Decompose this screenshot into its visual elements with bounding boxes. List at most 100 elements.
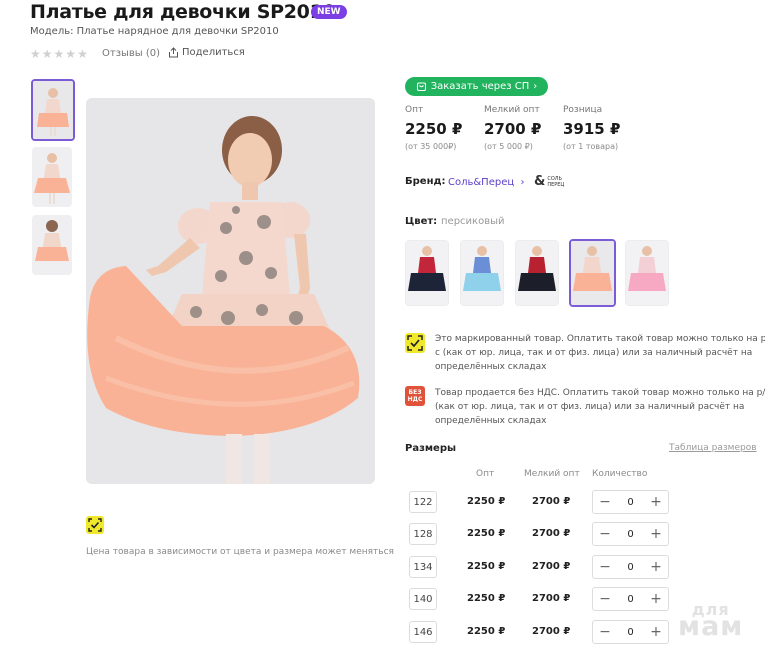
share-button[interactable]: Поделиться — [168, 47, 245, 58]
honest-sign-icon — [405, 333, 425, 353]
thumbnail-1[interactable] — [31, 79, 75, 141]
star-icon: ★ — [65, 47, 77, 61]
minus-button[interactable]: − — [599, 625, 611, 639]
column-header-quantity: Количество — [592, 469, 648, 479]
quantity-stepper: − 0 + — [592, 490, 669, 514]
quantity-value[interactable]: 0 — [627, 497, 633, 508]
chevron-right-icon: › — [517, 177, 525, 188]
price-value: 2250 ₽ — [405, 120, 463, 138]
plus-button[interactable]: + — [650, 527, 662, 541]
swatch-image — [516, 241, 558, 305]
thumbnail-image — [32, 215, 72, 275]
quantity-value[interactable]: 0 — [627, 594, 633, 605]
minus-button[interactable]: − — [599, 527, 611, 541]
share-label: Поделиться — [182, 47, 245, 58]
thumbnail-2[interactable] — [32, 147, 72, 207]
swatch-image — [406, 241, 448, 305]
color-swatch-pink[interactable] — [625, 240, 669, 306]
price-condition: (от 5 000 ₽) — [484, 142, 533, 151]
watermark-logo: для мам — [678, 600, 743, 642]
price-opt: Опт 2250 ₽ (от 35 000₽) — [405, 105, 462, 151]
rating-stars[interactable]: ★ ★ ★ ★ ★ — [30, 47, 88, 61]
price-retail: Розница 3915 ₽ (от 1 товара) — [563, 105, 620, 151]
quantity-value[interactable]: 0 — [627, 529, 633, 540]
price-variation-note: Цена товара в зависимости от цвета и раз… — [86, 547, 394, 557]
star-icon: ★ — [30, 47, 41, 61]
brand-label: Бренд: — [405, 176, 446, 187]
color-value: персиковый — [441, 216, 505, 227]
swatch-image — [461, 241, 503, 305]
brand-link[interactable]: Соль&Перец › — [448, 177, 525, 188]
row-price-opt: 2250 ₽ — [467, 626, 506, 637]
row-price-small-opt: 2700 ₽ — [532, 528, 571, 539]
size-chip: 134 — [409, 556, 437, 578]
thumbnail-image — [32, 147, 72, 207]
price-label: Опт — [405, 105, 424, 115]
price-value: 2700 ₽ — [484, 120, 542, 138]
quantity-value[interactable]: 0 — [627, 627, 633, 638]
size-table-link[interactable]: Таблица размеров — [669, 443, 757, 453]
price-small-opt: Мелкий опт 2700 ₽ (от 5 000 ₽) — [484, 105, 541, 151]
color-label: Цвет: — [405, 216, 438, 227]
no-vat-icon: БЕЗ НДС — [405, 386, 425, 406]
marked-product-notice: Это маркированный товар. Оплатить такой … — [435, 334, 765, 372]
brand-name: Соль&Перец — [448, 177, 515, 188]
order-via-sp-button[interactable]: Заказать через СП › — [405, 77, 548, 96]
star-icon: ★ — [53, 47, 65, 61]
dress-photo — [86, 98, 375, 484]
plus-button[interactable]: + — [650, 592, 662, 606]
row-price-opt: 2250 ₽ — [467, 496, 506, 507]
price-label: Розница — [563, 105, 603, 115]
color-swatch-red-black[interactable] — [515, 240, 559, 306]
color-swatch-peach[interactable] — [569, 239, 616, 307]
star-icon: ★ — [41, 47, 53, 61]
price-value: 3915 ₽ — [563, 120, 621, 138]
product-main-image[interactable] — [86, 98, 375, 484]
row-price-small-opt: 2700 ₽ — [532, 593, 571, 604]
brand-logo: & СОЛЬ ПЕРЕЦ — [534, 174, 573, 189]
minus-button[interactable]: − — [599, 560, 611, 574]
quantity-stepper: − 0 + — [592, 555, 669, 579]
sizes-title: Размеры — [405, 443, 457, 454]
price-condition: (от 1 товара) — [563, 142, 619, 151]
quantity-value[interactable]: 0 — [627, 562, 633, 573]
order-button-label: Заказать через СП — [430, 81, 530, 92]
size-chip: 146 — [409, 621, 437, 643]
brand-logo-text: СОЛЬ ПЕРЕЦ — [547, 175, 565, 188]
column-header-small-opt: Мелкий опт — [524, 469, 580, 479]
row-price-opt: 2250 ₽ — [467, 561, 506, 572]
plus-button[interactable]: + — [650, 625, 662, 639]
cart-icon — [416, 82, 426, 92]
honest-sign-icon — [86, 516, 104, 534]
column-header-opt: Опт — [476, 469, 495, 479]
thumbnail-3[interactable] — [32, 215, 72, 275]
star-icon: ★ — [77, 47, 88, 61]
watermark-bottom: мам — [678, 611, 744, 642]
swatch-image — [571, 241, 614, 305]
size-chip: 122 — [409, 491, 437, 513]
price-condition: (от 35 000₽) — [405, 142, 457, 151]
minus-button[interactable]: − — [599, 495, 611, 509]
price-label: Мелкий опт — [484, 105, 540, 115]
chevron-right-icon: › — [533, 81, 538, 92]
plus-button[interactable]: + — [650, 495, 662, 509]
row-price-small-opt: 2700 ₽ — [532, 626, 571, 637]
swatch-image — [626, 241, 668, 305]
product-model: Модель: Платье нарядное для девочки SP20… — [30, 26, 279, 37]
quantity-stepper: − 0 + — [592, 587, 669, 611]
reviews-link[interactable]: Отзывы (0) — [102, 48, 160, 59]
product-title: Платье для девочки SP2010 — [30, 1, 336, 23]
row-price-opt: 2250 ₽ — [467, 593, 506, 604]
plus-button[interactable]: + — [650, 560, 662, 574]
ampersand-icon: & — [534, 174, 546, 189]
share-icon — [169, 47, 178, 58]
color-swatch-blue[interactable] — [460, 240, 504, 306]
quantity-stepper: − 0 + — [592, 620, 669, 644]
minus-button[interactable]: − — [599, 592, 611, 606]
thumbnail-image — [33, 81, 73, 139]
row-price-small-opt: 2700 ₽ — [532, 496, 571, 507]
size-chip: 140 — [409, 588, 437, 610]
no-vat-notice: Товар продается без НДС. Оплатить такой … — [435, 388, 765, 426]
quantity-stepper: − 0 + — [592, 522, 669, 546]
color-swatch-red-navy[interactable] — [405, 240, 449, 306]
